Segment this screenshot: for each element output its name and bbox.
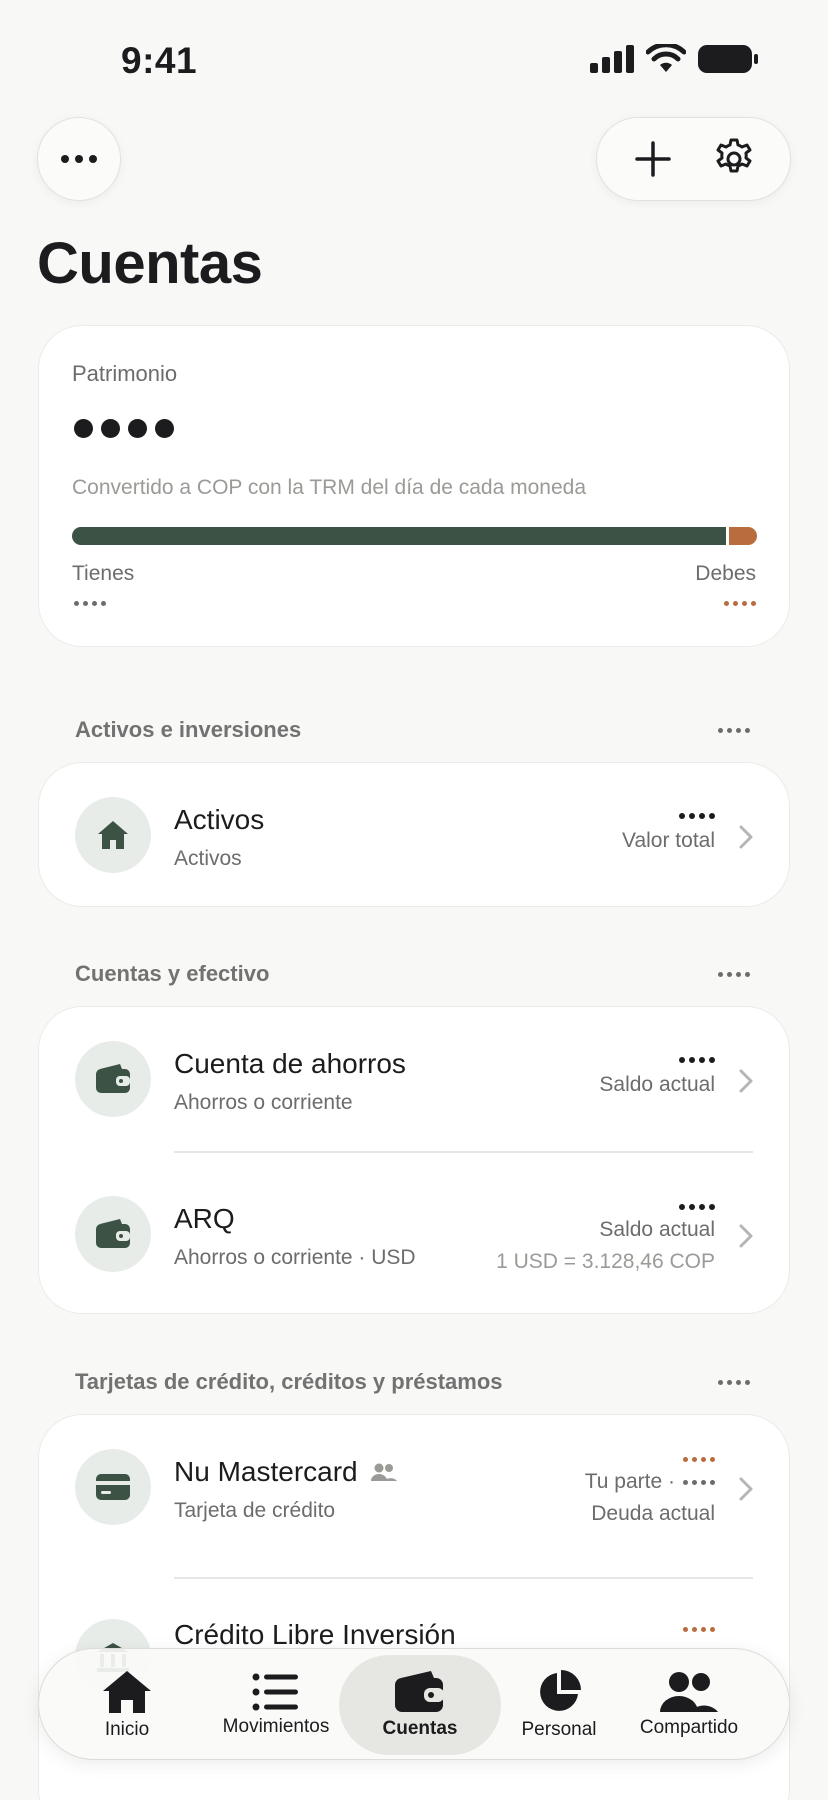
status-time: 9:41 (121, 40, 198, 81)
wallet-icon (75, 1041, 151, 1117)
value-label: Deuda actual (591, 1502, 715, 1525)
gear-icon (716, 138, 752, 173)
row-title: Crédito Libre Inversión (174, 1619, 456, 1650)
row-value: Saldo actual (599, 1057, 715, 1097)
cellular-signal-icon (590, 45, 634, 73)
row-subtitle: Tarjeta de crédito (174, 1499, 336, 1522)
section-title-activos: Activos e inversiones (75, 717, 302, 742)
patrimonio-bar (72, 527, 757, 545)
hidden-amount (683, 1627, 715, 1632)
tab-movimientos[interactable]: Movimientos (211, 1649, 341, 1761)
people-icon (660, 1672, 718, 1712)
tab-label: Cuentas (382, 1718, 458, 1739)
cuentas-card: Cuenta de ahorros Ahorros o corriente Sa… (38, 1006, 790, 1314)
row-value: Valor total (622, 813, 715, 853)
pie-chart-icon (540, 1670, 581, 1711)
chevron-right-icon (739, 1477, 753, 1501)
wallet-icon (75, 1196, 151, 1272)
hidden-amount (679, 1057, 715, 1063)
house-icon (75, 797, 151, 873)
hidden-balance (74, 419, 174, 438)
row-subtitle: Activos (174, 847, 242, 870)
tab-label: Personal (521, 1719, 597, 1740)
header-actions (596, 117, 791, 201)
settings-button[interactable] (704, 129, 764, 189)
status-bar: 9:41 (0, 0, 828, 120)
more-options-button[interactable] (37, 117, 121, 201)
patrimonio-label: Patrimonio (72, 361, 178, 386)
debes-hidden-value (724, 601, 756, 606)
status-icons (590, 44, 758, 74)
section-more-creditos[interactable] (718, 1380, 750, 1385)
patrimonio-card[interactable]: Patrimonio Convertido a COP con la TRM d… (38, 325, 790, 647)
tab-bar: Inicio Movimientos Cuentas Personal Comp… (38, 1648, 790, 1760)
chevron-right-icon (739, 1069, 753, 1093)
plus-icon (635, 141, 671, 177)
row-subtitle: Ahorros o corriente (174, 1091, 353, 1114)
row-title-text: Nu Mastercard (174, 1456, 358, 1487)
share-label: Tu parte · (585, 1470, 715, 1494)
row-title: Cuenta de ahorros (174, 1048, 406, 1079)
value-label: Valor total (622, 829, 715, 852)
row-title: ARQ (174, 1203, 235, 1234)
ellipsis-icon (61, 155, 97, 163)
row-subtitle: Ahorros o corriente · USD (174, 1246, 416, 1269)
row-title: Nu Mastercard (174, 1456, 398, 1488)
hidden-amount (679, 1204, 715, 1210)
row-value: Tu parte · Deuda actual (585, 1457, 715, 1526)
activos-card: Activos Activos Valor total (38, 762, 790, 907)
value-label: Saldo actual (599, 1073, 715, 1096)
row-title: Activos (174, 804, 265, 835)
shared-people-icon (370, 1463, 397, 1481)
hidden-share (683, 1479, 715, 1485)
wifi-icon (646, 44, 686, 72)
debes-label: Debes (695, 562, 756, 585)
chevron-right-icon (739, 825, 753, 849)
debts-bar-segment (729, 527, 757, 545)
divider (174, 1151, 753, 1153)
conversion-note: Convertido a COP con la TRM del día de c… (72, 476, 587, 499)
add-button[interactable] (623, 129, 683, 189)
page-title: Cuentas (37, 231, 263, 296)
tab-cuentas[interactable]: Cuentas (339, 1655, 501, 1755)
assets-bar-segment (72, 527, 727, 545)
battery-icon (698, 45, 758, 73)
tab-inicio[interactable]: Inicio (77, 1649, 177, 1761)
tab-label: Movimientos (222, 1716, 330, 1737)
section-title-cuentas: Cuentas y efectivo (75, 961, 270, 986)
tab-label: Compartido (639, 1717, 739, 1738)
exchange-rate: 1 USD = 3.128,46 COP (496, 1250, 715, 1273)
chevron-right-icon (739, 1224, 753, 1248)
list-item-activos[interactable]: Activos Activos Valor total (39, 761, 791, 911)
section-more-cuentas[interactable] (718, 972, 750, 977)
section-more-activos[interactable] (718, 728, 750, 733)
value-label: Saldo actual (599, 1218, 715, 1241)
wallet-icon (395, 1671, 444, 1712)
row-value: Saldo actual 1 USD = 3.128,46 COP (496, 1204, 715, 1274)
list-item-arq[interactable]: ARQ Ahorros o corriente · USD Saldo actu… (39, 1160, 791, 1310)
tab-personal[interactable]: Personal (499, 1649, 619, 1761)
hidden-amount (679, 813, 715, 819)
section-title-creditos: Tarjetas de crédito, créditos y préstamo… (75, 1369, 503, 1394)
tab-compartido[interactable]: Compartido (619, 1649, 759, 1761)
list-item-nu-mastercard[interactable]: Nu Mastercard Tarjeta de crédito Tu part… (39, 1413, 791, 1563)
credit-card-icon (75, 1449, 151, 1525)
tab-label: Inicio (104, 1719, 150, 1740)
hidden-amount (683, 1457, 715, 1462)
list-icon (252, 1673, 298, 1711)
divider (174, 1577, 753, 1579)
tienes-hidden-value (74, 601, 106, 606)
row-value (683, 1627, 715, 1632)
tienes-label: Tienes (72, 562, 135, 585)
share-label-text: Tu parte · (584, 1470, 675, 1493)
list-item-cuenta-ahorros[interactable]: Cuenta de ahorros Ahorros o corriente Sa… (39, 1005, 791, 1155)
home-icon (103, 1671, 151, 1713)
